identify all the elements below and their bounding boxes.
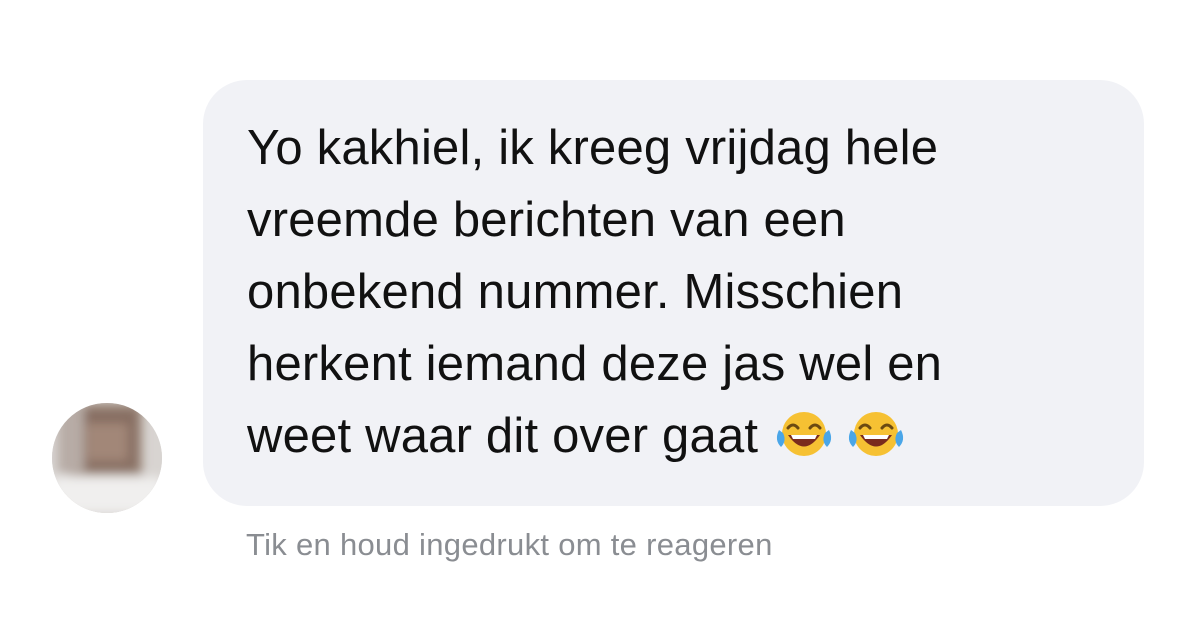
- message-emojis: [774, 410, 918, 482]
- face-with-tears-of-joy-icon: [777, 412, 832, 456]
- message-text: Yo kakhiel, ik kreeg vrijdag hele vreemd…: [247, 112, 1114, 482]
- sender-avatar[interactable]: [52, 403, 162, 513]
- face-with-tears-of-joy-icon: [849, 412, 904, 456]
- blurred-profile-photo: [52, 403, 162, 513]
- reaction-hint: Tik en houd ingedrukt om te reageren: [246, 527, 773, 562]
- message-bubble[interactable]: Yo kakhiel, ik kreeg vrijdag hele vreemd…: [203, 80, 1144, 506]
